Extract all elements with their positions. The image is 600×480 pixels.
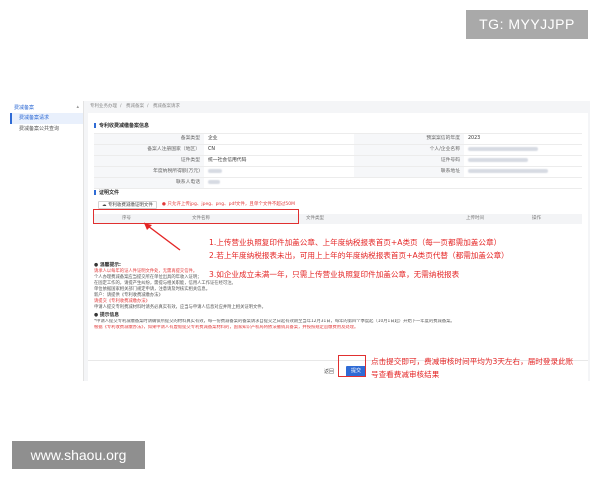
info-value-blurred: [464, 167, 582, 177]
info-row: 备案类型 企业 预案案信的年度 2023: [94, 134, 582, 145]
watermark-top: TG: MYYJJPP: [466, 10, 588, 39]
sidebar-item-fee-request[interactable]: 费减备案请求: [10, 113, 83, 124]
info-row: 证件类型 统一社会信用代码 证件号码: [94, 156, 582, 167]
info-label: 备案类型: [94, 134, 204, 144]
info-label: 年度纳税所得额(万元): [94, 167, 204, 177]
info-row: 年度纳税所得额(万元) 联系地址: [94, 167, 582, 178]
info-table: 备案类型 企业 预案案信的年度 2023 备案人注册国家（地区） CN 个人/企…: [94, 133, 582, 189]
tips-line: 根据《专利收费减缴办法》，如果申请人有虚假提交专利费减备案材料的，国家知识产权局…: [94, 325, 359, 330]
annotation-line-4: 点击提交即可，费减审核时间平均为3天左右，届时登录此账: [371, 357, 574, 366]
upload-button-label: 专利收费减缴证明文件: [107, 203, 153, 208]
info-value: 企业: [208, 136, 218, 141]
section-title-info: 专利收费减缴备案信息: [94, 122, 149, 129]
info-label: 个人/企业名称: [354, 145, 464, 155]
highlight-submit-box: [338, 355, 366, 377]
info-label: 预案案信的年度: [354, 134, 464, 144]
chevron-up-icon: ▴: [76, 104, 79, 110]
upload-tip-text: 只允许上传jpg、jpeg、png、pdf文件，且单个文件不超过50M: [167, 202, 296, 207]
watermark-bottom: www.shaou.org: [12, 441, 145, 469]
info-icon: ●: [162, 202, 166, 207]
sidebar-header-label: 费减备案: [14, 104, 35, 111]
section-title-docs: 证明文件: [94, 189, 119, 196]
breadcrumb: 专利业务办理 / 费减备案 / 费减备案请求: [90, 104, 180, 109]
info-value-blurred: [464, 145, 582, 155]
upload-icon: ☁: [102, 203, 107, 208]
info-label-empty: [354, 178, 464, 188]
info-label: 证件号码: [354, 156, 464, 166]
info-row: 联系人电话: [94, 178, 582, 189]
back-button[interactable]: 返回: [319, 367, 340, 377]
info-value-empty: [464, 178, 582, 188]
info-value: CN: [208, 147, 215, 152]
info-label: 联系地址: [354, 167, 464, 177]
sidebar-item-fee-query[interactable]: 费减备案公共查询: [10, 124, 83, 135]
info-label: 备案人注册国家（地区）: [94, 145, 204, 155]
warning-icon: ●: [94, 313, 99, 318]
warning-icon: ●: [94, 263, 99, 268]
info-label: 联系人电话: [94, 178, 204, 188]
annotation-line-3: 3.如企业成立未满一年，只需上传营业执照复印件加盖公章，无需纳税报表: [209, 270, 460, 279]
info-value: 2023: [468, 136, 481, 141]
annotation-line-5: 号查看费减审核结果: [371, 370, 440, 379]
breadcrumb-item[interactable]: 费减备案: [126, 104, 144, 109]
sidebar-header[interactable]: 费减备案 ▴: [10, 101, 83, 113]
info-label: 证件类型: [94, 156, 204, 166]
info-value-blurred: [204, 178, 354, 188]
breadcrumb-item[interactable]: 专利业务办理: [90, 104, 117, 109]
table-header-cell: 操作: [532, 216, 541, 221]
annotation-line-1: 1.上传营业执照复印件加盖公章、上年度纳税报表首页+A类页（每一页都需加盖公章）: [209, 238, 502, 247]
info-row: 备案人注册国家（地区） CN 个人/企业名称: [94, 145, 582, 156]
upload-button[interactable]: ☁ 专利收费减缴证明文件: [98, 201, 157, 209]
info-value: 统一社会信用代码: [208, 158, 247, 163]
notice-footer: 申请人提交专利费减材料时请务必真实有效，应当与申请人信息对应并附上相关证明文件。: [94, 305, 266, 310]
annotation-line-2: 2.若上年度纳税报表未出，可用上上年的年度纳税报表首页+A类页代替（都需加盖公章…: [209, 251, 509, 260]
sidebar: 费减备案 ▴ 费减备案请求 费减备案公共查询: [10, 101, 84, 381]
info-value-blurred: [204, 167, 354, 177]
breadcrumb-item: 费减备案请求: [152, 104, 180, 109]
table-header-cell: 文件类型: [306, 216, 324, 221]
info-value-blurred: [464, 156, 582, 166]
arrow-icon: [143, 222, 181, 251]
table-header-cell: 上传时间: [466, 216, 484, 221]
